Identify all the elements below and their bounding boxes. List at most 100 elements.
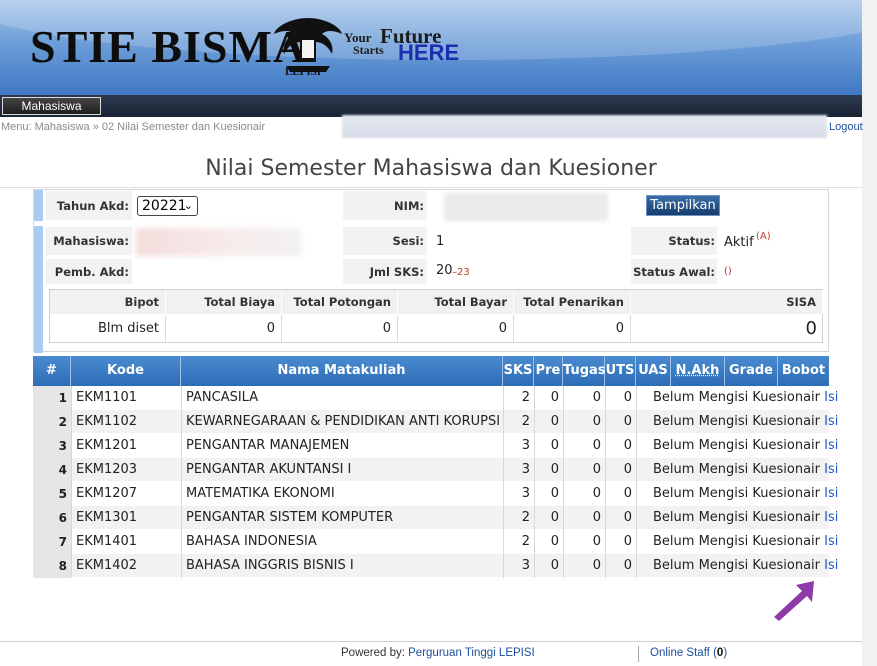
isi-kuesioner-link[interactable]: Isi <box>824 534 838 549</box>
cell-separator <box>636 506 637 530</box>
pemb-akd-label: Pemb. Akd: <box>54 265 129 279</box>
row-number: 3 <box>33 434 71 458</box>
cell-separator <box>181 386 182 410</box>
mahasiswa-redacted <box>136 228 301 256</box>
nav-bar: Mahasiswa <box>0 95 862 117</box>
nim-redacted <box>444 193 608 221</box>
cell-separator <box>71 482 72 506</box>
powered-link[interactable]: Perguruan Tinggi LEPISI <box>408 647 535 659</box>
isi-kuesioner-link[interactable]: Isi <box>824 462 838 477</box>
footer-separator <box>638 646 639 662</box>
tahun-select[interactable]: 20221 ⌄ <box>137 196 198 216</box>
kuesioner-note: Belum Mengisi Kuesionair <box>653 390 821 405</box>
header-banner: STIE BISMA LEPISI Your Future Starts HER… <box>0 0 862 95</box>
footer-powered: Powered by: Perguruan Tinggi LEPISI <box>341 647 535 659</box>
cell-separator <box>534 386 535 410</box>
cell-separator <box>563 506 564 530</box>
cell-separator <box>605 482 606 506</box>
sks-value: 2 <box>521 414 530 429</box>
isi-kuesioner-link[interactable]: Isi <box>824 510 838 525</box>
pre-value: 0 <box>550 462 559 477</box>
sks-value: 3 <box>521 462 530 477</box>
tugas-value: 0 <box>592 390 601 405</box>
cell-separator <box>534 530 535 554</box>
emblem-label: LEPISI <box>285 66 322 78</box>
status-code: (A) <box>756 231 771 242</box>
logout-link[interactable]: Logout <box>829 121 863 133</box>
isi-kuesioner-link[interactable]: Isi <box>824 486 838 501</box>
isi-kuesioner-link[interactable]: Isi <box>824 438 838 453</box>
kuesioner-note: Belum Mengisi Kuesionair <box>653 534 821 549</box>
column-header: Kode <box>71 356 181 386</box>
cell-separator <box>563 434 564 458</box>
row-number: 4 <box>33 458 71 482</box>
column-header: SKS <box>503 356 534 386</box>
payment-value: 0 <box>166 315 282 343</box>
kuesioner-note: Belum Mengisi Kuesionair <box>653 414 821 429</box>
online-staff-close: ) <box>723 647 728 659</box>
online-staff-link[interactable]: Online Staff (0) <box>650 647 727 659</box>
status-label: Status: <box>668 234 715 248</box>
brand-title: STIE BISMA <box>30 21 308 72</box>
tugas-value: 0 <box>592 558 601 573</box>
cell-separator <box>503 458 504 482</box>
row-number: 7 <box>33 530 71 554</box>
powered-label: Powered by: <box>341 647 405 659</box>
course-code: EKM1102 <box>76 414 138 429</box>
sesi-value: 1 <box>436 234 445 249</box>
course-name: BAHASA INDONESIA <box>186 534 317 549</box>
column-header: Nama Matakuliah <box>181 356 503 386</box>
row-number: 1 <box>33 386 71 410</box>
tugas-value: 0 <box>592 438 601 453</box>
cell-separator <box>534 434 535 458</box>
cell-separator <box>534 506 535 530</box>
payment-value: Blm diset <box>50 315 166 343</box>
jml-sks-label: Jml SKS: <box>369 265 424 279</box>
row-number: 2 <box>33 410 71 434</box>
course-code: EKM1402 <box>76 558 138 573</box>
cell-separator <box>71 530 72 554</box>
table-row: 7 EKM1401 BAHASA INDONESIA 2 0 0 0 Belum Mengis… <box>33 530 838 554</box>
cell-separator <box>605 386 606 410</box>
table-row: 3 EKM1201 PENGANTAR MANAJEMEN 3 0 0 0 Belum Men… <box>33 434 838 458</box>
pre-value: 0 <box>550 534 559 549</box>
pre-value: 0 <box>550 390 559 405</box>
cell-separator <box>503 530 504 554</box>
cell-separator <box>503 506 504 530</box>
pre-value: 0 <box>550 558 559 573</box>
cell-separator <box>534 458 535 482</box>
vertical-scrollbar[interactable] <box>862 0 877 666</box>
cell-separator <box>636 410 637 434</box>
cell-separator <box>636 386 637 410</box>
cell-separator <box>636 554 637 578</box>
sisa-value: 0 <box>805 318 817 339</box>
column-header: UTS <box>605 356 636 386</box>
payment-header: Total Potongan <box>282 290 398 314</box>
column-header: # <box>33 356 71 386</box>
pre-value: 0 <box>550 510 559 525</box>
uts-value: 0 <box>623 510 632 525</box>
table-row: 4 EKM1203 PENGANTAR AKUNTANSI I 3 0 0 0 Belum M… <box>33 458 838 482</box>
isi-kuesioner-link[interactable]: Isi <box>824 390 838 405</box>
cell-separator <box>563 530 564 554</box>
kuesioner-status: Belum Mengisi Kuesionair Isi <box>653 506 838 530</box>
sks-value: 3 <box>521 438 530 453</box>
isi-kuesioner-link[interactable]: Isi <box>824 558 838 573</box>
course-code: EKM1201 <box>76 438 138 453</box>
jml-sks-value: 20 <box>436 263 453 278</box>
payment-value: 0 <box>398 315 514 343</box>
cell-separator <box>181 434 182 458</box>
mahasiswa-label: Mahasiswa: <box>53 234 129 248</box>
accent-bar <box>34 190 43 221</box>
sks-value: 3 <box>521 558 530 573</box>
tab-mahasiswa[interactable]: Mahasiswa <box>2 97 101 115</box>
tampilkan-button[interactable]: Tampilkan <box>646 195 720 216</box>
table-row: 5 EKM1207 MATEMATIKA EKONOMI 3 0 0 0 Belum Meng… <box>33 482 838 506</box>
pre-value: 0 <box>550 414 559 429</box>
tahun-value: 20221 <box>142 198 187 214</box>
course-name: BAHASA INGGRIS BISNIS I <box>186 558 354 573</box>
isi-kuesioner-link[interactable]: Isi <box>824 414 838 429</box>
pre-value: 0 <box>550 486 559 501</box>
cell-separator <box>71 458 72 482</box>
course-name: PENGANTAR SISTEM KOMPUTER <box>186 510 394 525</box>
